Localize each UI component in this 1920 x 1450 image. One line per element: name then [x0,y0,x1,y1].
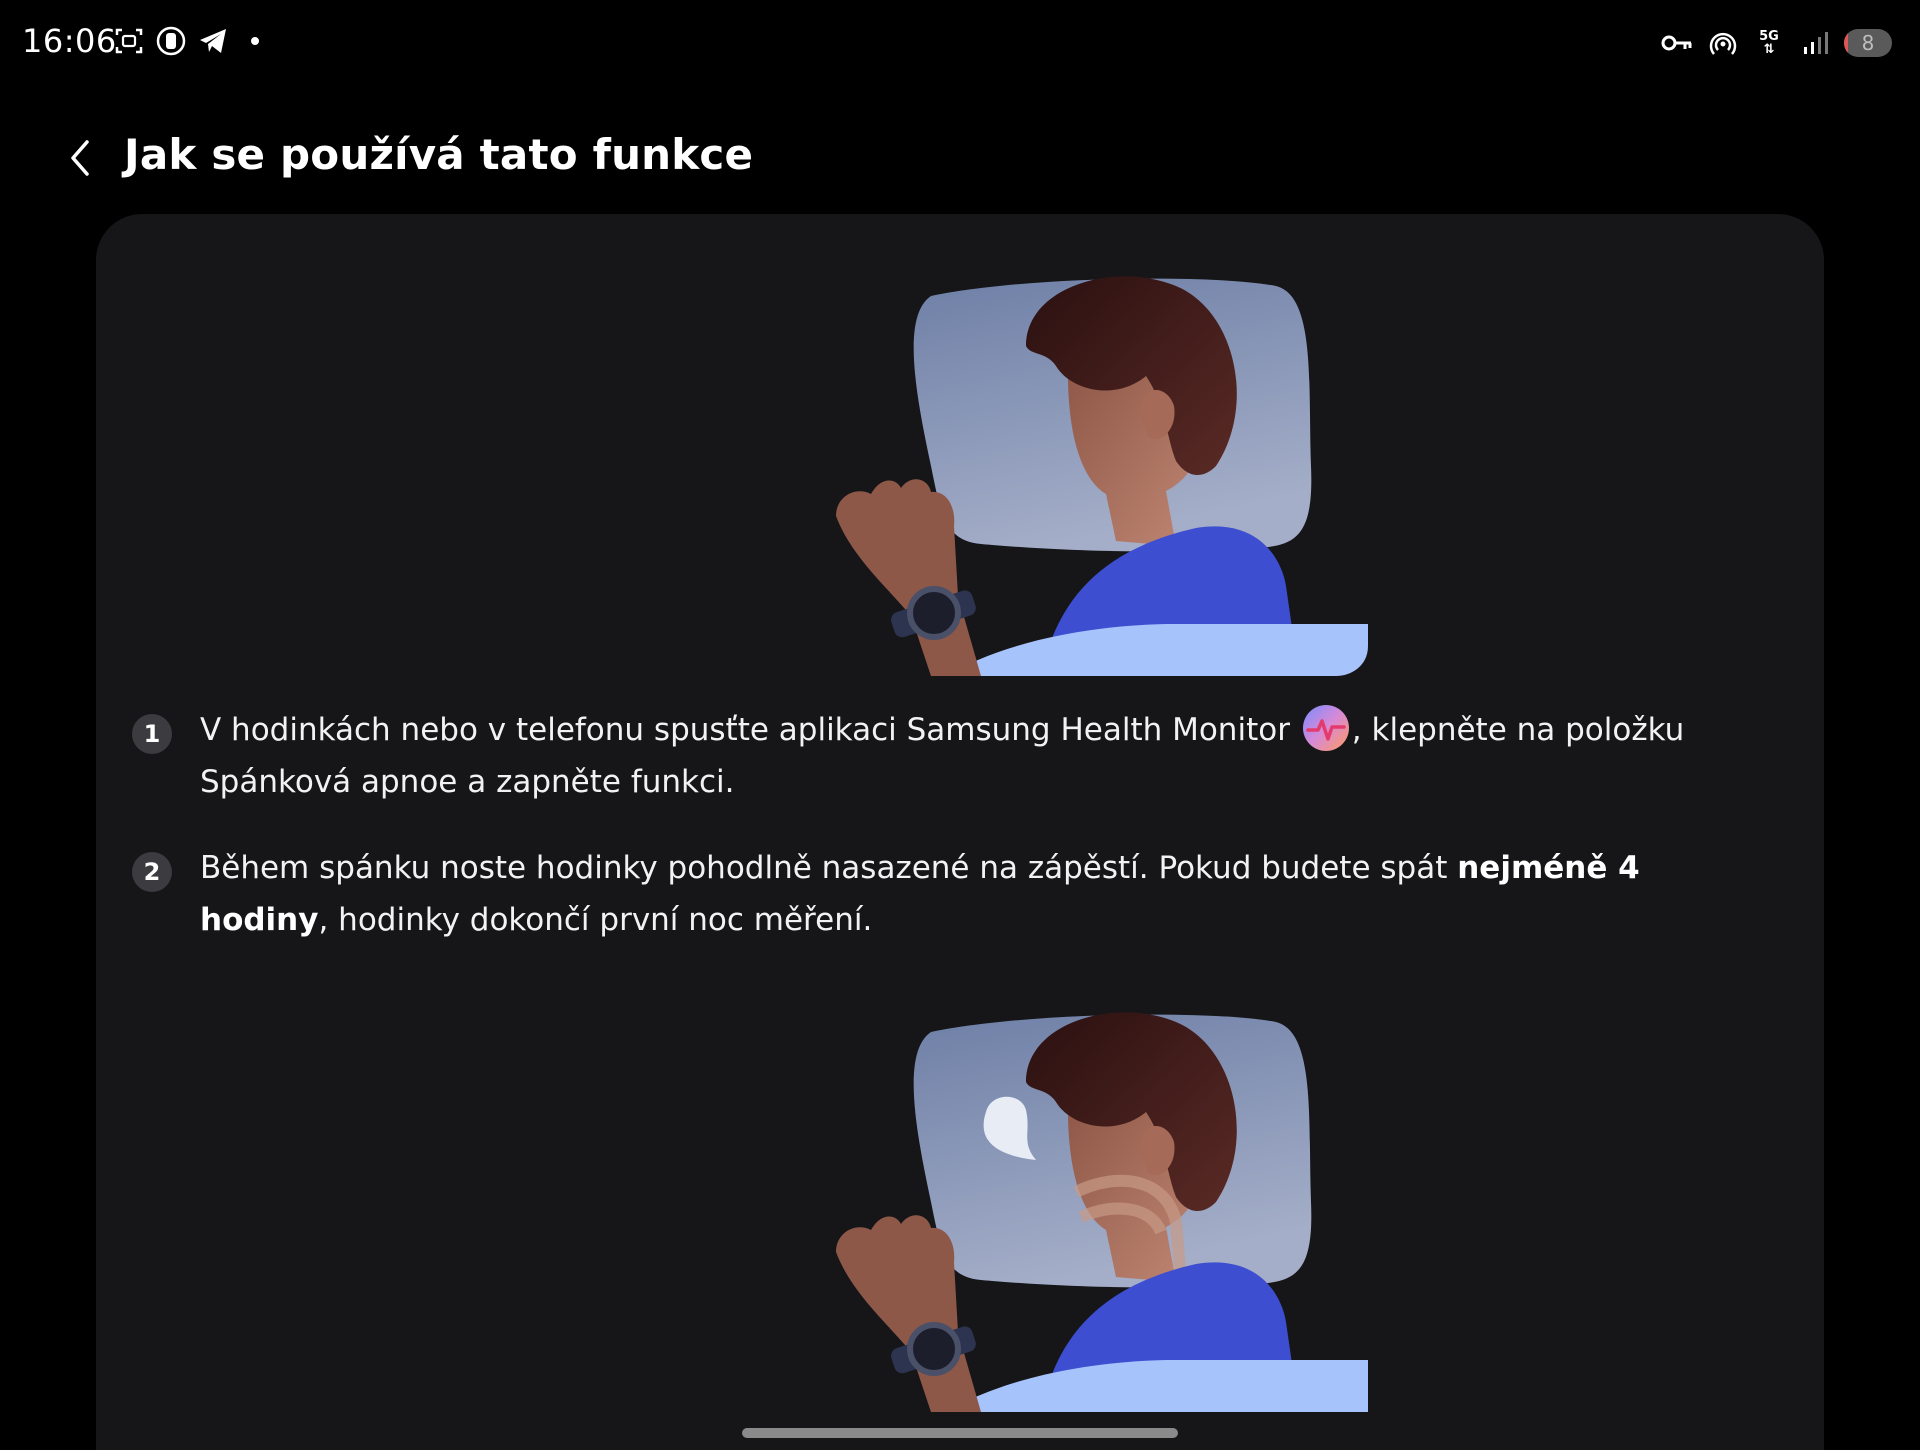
status-time: 16:06 [22,22,117,60]
chevron-left-icon [71,140,89,176]
hotspot-icon [1706,26,1740,60]
step-1-text: V hodinkách nebo v telefonu spusťte apli… [200,704,1740,808]
sleep-apnea-illustration [836,1012,1368,1412]
samsung-health-monitor-icon [1302,704,1350,752]
step-2-text-start: Během spánku noste hodinky pohodlně nasa… [200,850,1458,886]
content-card: 1 V hodinkách nebo v telefonu spusťte ap… [96,214,1824,1450]
key-icon [1660,26,1694,60]
step-1-text-start: V hodinkách nebo v telefonu spusťte apli… [200,712,1300,748]
network-5g-icon: 5G ⇅ [1752,26,1786,60]
battery-level: 8 [1861,31,1875,55]
step-number-badge: 1 [132,714,172,754]
watch-icon [154,24,188,58]
app-header: Jak se používá tato funkce [0,120,1920,200]
telegram-icon [196,24,230,58]
page-title: Jak se používá tato funkce [124,130,754,179]
notification-dot-icon [238,24,272,58]
status-right-icons: 5G ⇅ 8 [1660,26,1892,60]
blanket-light [946,624,1368,676]
status-left-icons [112,24,272,58]
step-number-badge: 2 [132,852,172,892]
watch-face [907,1322,961,1376]
back-button[interactable] [56,134,104,182]
screenshot-icon [112,24,146,58]
watch-face [907,586,961,640]
home-indicator[interactable] [742,1428,1178,1438]
blanket-light [946,1360,1368,1412]
battery-fill [1844,29,1848,57]
step-2-text: Během spánku noste hodinky pohodlně nasa… [200,842,1740,946]
signal-icon [1798,26,1832,60]
battery-indicator: 8 [1844,29,1892,57]
data-arrows-icon: ⇅ [1763,42,1775,57]
step-2-text-end: , hodinky dokončí první noc měření. [318,902,873,938]
sleeping-person-illustration [836,276,1368,676]
status-bar: 16:06 5G ⇅ 8 [0,0,1920,88]
